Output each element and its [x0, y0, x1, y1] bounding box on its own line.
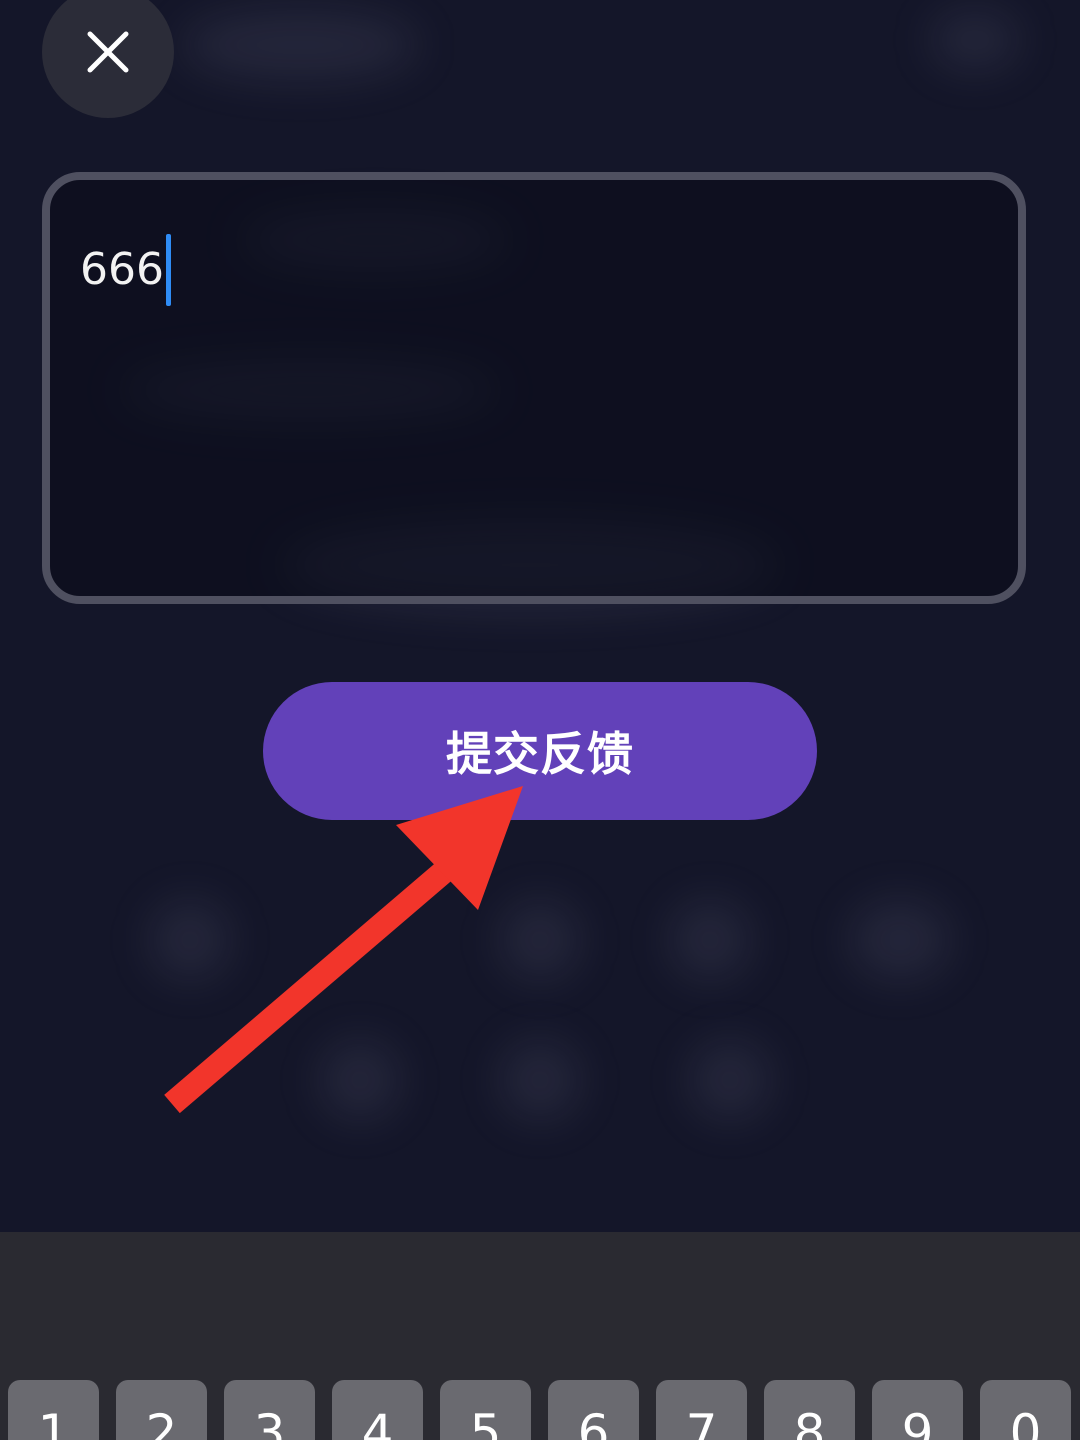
blurred-background-shape — [690, 1040, 770, 1120]
key-6[interactable]: 6 — [548, 1380, 639, 1440]
blurred-background-shape — [500, 1040, 580, 1120]
submit-feedback-button[interactable]: 提交反馈 — [263, 682, 817, 820]
keyboard-number-row: 1 2 3 4 5 6 7 8 9 0 — [8, 1380, 1071, 1440]
feedback-textarea[interactable]: 666 — [42, 172, 1026, 604]
blurred-background-shape — [150, 900, 230, 980]
feedback-input-value-wrapper: 666 — [80, 234, 171, 306]
blurred-background-shape — [850, 900, 950, 980]
close-button[interactable] — [42, 0, 174, 118]
key-9[interactable]: 9 — [872, 1380, 963, 1440]
feedback-screen: 666 提交反馈 1 2 3 4 5 6 7 8 9 0 — [0, 0, 1080, 1440]
blurred-background-shape — [930, 10, 1020, 70]
feedback-input-value: 666 — [80, 244, 164, 295]
key-0[interactable]: 0 — [980, 1380, 1071, 1440]
key-2[interactable]: 2 — [116, 1380, 207, 1440]
key-1[interactable]: 1 — [8, 1380, 99, 1440]
blurred-background-shape — [180, 10, 420, 80]
key-4[interactable]: 4 — [332, 1380, 423, 1440]
key-7[interactable]: 7 — [656, 1380, 747, 1440]
close-icon — [87, 31, 129, 73]
text-cursor — [165, 234, 171, 306]
blurred-background-shape — [670, 900, 750, 980]
blurred-background-shape — [320, 1040, 400, 1120]
keyboard: 1 2 3 4 5 6 7 8 9 0 — [0, 1232, 1080, 1440]
key-3[interactable]: 3 — [224, 1380, 315, 1440]
submit-feedback-label: 提交反馈 — [446, 727, 634, 781]
key-8[interactable]: 8 — [764, 1380, 855, 1440]
key-5[interactable]: 5 — [440, 1380, 531, 1440]
blurred-background-shape — [500, 900, 580, 980]
